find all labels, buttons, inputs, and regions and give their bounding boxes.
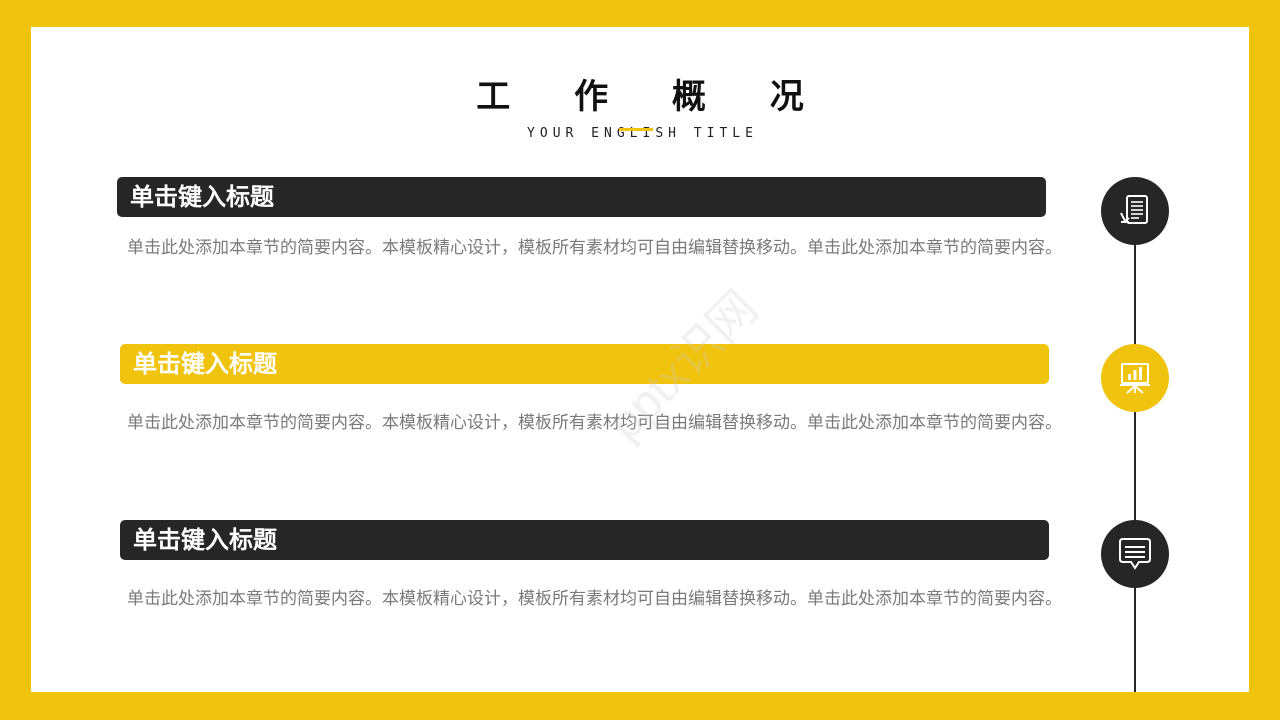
section-2-body[interactable]: 单击此处添加本章节的简要内容。本模板精心设计，模板所有素材均可自由编辑替换移动。… — [127, 406, 1062, 440]
timeline-line — [1134, 210, 1136, 692]
section-3-heading: 单击键入标题 — [133, 526, 277, 554]
document-icon — [1120, 195, 1148, 224]
section-1-heading: 单击键入标题 — [130, 183, 274, 211]
title-underline — [619, 128, 653, 131]
timeline-node-3 — [1101, 520, 1169, 588]
section-1-heading-bar[interactable]: 单击键入标题 — [117, 177, 1046, 217]
section-1-body[interactable]: 单击此处添加本章节的简要内容。本模板精心设计，模板所有素材均可自由编辑替换移动。… — [127, 231, 1062, 265]
chat-bubble-icon — [1119, 538, 1151, 570]
section-3-body[interactable]: 单击此处添加本章节的简要内容。本模板精心设计，模板所有素材均可自由编辑替换移动。… — [127, 582, 1062, 616]
section-2-heading: 单击键入标题 — [133, 350, 277, 378]
timeline-node-1 — [1101, 177, 1169, 245]
slide-frame: 工 作 概 况 YOUR ENGLISH TITLE 单击键入标题 单击此处添加… — [31, 27, 1249, 692]
section-3-heading-bar[interactable]: 单击键入标题 — [120, 520, 1049, 560]
page-title: 工 作 概 况 — [476, 77, 830, 117]
timeline-node-2 — [1101, 344, 1169, 412]
presentation-chart-icon — [1120, 363, 1150, 394]
section-2-heading-bar[interactable]: 单击键入标题 — [120, 344, 1049, 384]
